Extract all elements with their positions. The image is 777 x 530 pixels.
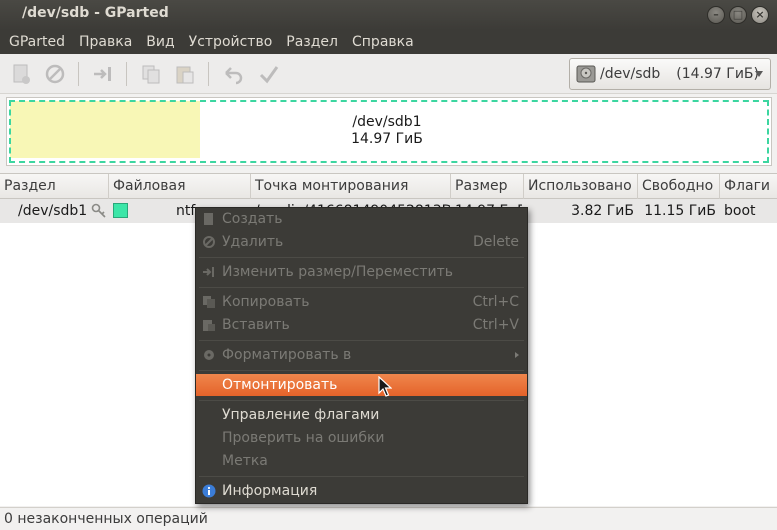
toolbar-separator xyxy=(78,62,79,86)
menu-item-label: Изменить размер/Переместить xyxy=(222,264,454,280)
paste-icon[interactable] xyxy=(174,63,196,85)
partition-graph-name: /dev/sdb1 xyxy=(352,114,422,130)
menu-bar: GParted Правка Вид Устройство Раздел Спр… xyxy=(0,30,777,54)
menu-separator xyxy=(199,340,524,341)
menu-item-format-to[interactable]: Форматировать в xyxy=(196,344,527,366)
menu-separator xyxy=(199,287,524,288)
column-header-free[interactable]: Свободно xyxy=(638,174,720,199)
pending-operations-status: 0 незаконченных операций xyxy=(4,511,208,527)
menu-partition[interactable]: Раздел xyxy=(279,30,345,54)
info-icon xyxy=(202,484,216,498)
new-partition-icon[interactable] xyxy=(10,63,32,85)
cell-partition: /dev/sdb1 xyxy=(18,203,88,219)
menu-item-shortcut: Delete xyxy=(473,234,519,250)
menu-item-information[interactable]: Информация xyxy=(196,480,527,502)
menu-item-create[interactable]: Создать xyxy=(196,208,527,230)
resize-move-icon[interactable] xyxy=(92,63,114,85)
copy-icon[interactable] xyxy=(140,63,162,85)
key-icon xyxy=(91,203,106,218)
menu-item-resize-move[interactable]: Изменить размер/Переместить xyxy=(196,261,527,283)
device-path: /dev/sdb xyxy=(600,66,661,82)
menu-item-delete[interactable]: Удалить Delete xyxy=(196,231,527,253)
chevron-down-icon xyxy=(755,71,763,77)
menu-item-unmount[interactable]: Отмонтировать xyxy=(196,374,527,396)
menu-item-label: Отмонтировать xyxy=(222,377,338,393)
copy-icon xyxy=(203,296,215,308)
column-header-size[interactable]: Размер xyxy=(451,174,524,199)
delete-icon xyxy=(203,236,215,248)
menu-item-label: Управление флагами xyxy=(222,407,380,423)
menu-gparted[interactable]: GParted xyxy=(0,30,72,54)
title-bar: /dev/sdb - GParted – □ × xyxy=(0,0,777,30)
menu-item-manage-flags[interactable]: Управление флагами xyxy=(196,404,527,426)
minimize-button[interactable]: – xyxy=(707,6,725,24)
delete-icon[interactable] xyxy=(44,63,66,85)
menu-item-shortcut: Ctrl+C xyxy=(472,294,519,310)
column-header-used[interactable]: Использовано xyxy=(524,174,638,199)
cell-used: 3.82 ГиБ xyxy=(571,203,634,219)
menu-item-label-partition[interactable]: Метка xyxy=(196,450,527,472)
menu-separator xyxy=(199,476,524,477)
toolbar: /dev/sdb (14.97 ГиБ) xyxy=(0,54,777,94)
apply-icon[interactable] xyxy=(258,63,280,85)
menu-item-paste[interactable]: Вставить Ctrl+V xyxy=(196,314,527,336)
menu-item-copy[interactable]: Копировать Ctrl+C xyxy=(196,291,527,313)
window-controls: – □ × xyxy=(707,6,769,24)
undo-icon[interactable] xyxy=(222,63,244,85)
submenu-arrow-icon xyxy=(515,352,519,358)
column-header-flags[interactable]: Флаги xyxy=(720,174,777,199)
menu-device[interactable]: Устройство xyxy=(182,30,280,54)
menu-item-label: Информация xyxy=(222,483,318,499)
status-bar: 0 незаконченных операций xyxy=(0,507,777,530)
menu-help[interactable]: Справка xyxy=(345,30,421,54)
device-selector[interactable]: /dev/sdb (14.97 ГиБ) xyxy=(569,58,771,90)
menu-separator xyxy=(199,370,524,371)
table-header: Раздел Файловая система Точка монтирован… xyxy=(0,174,777,218)
menu-item-check-errors[interactable]: Проверить на ошибки xyxy=(196,427,527,449)
window-title: /dev/sdb - GParted xyxy=(22,5,169,21)
column-header-mountpoint[interactable]: Точка монтирования xyxy=(251,174,451,199)
close-button[interactable]: × xyxy=(751,6,769,24)
column-header-filesystem[interactable]: Файловая система xyxy=(109,174,251,218)
menu-separator xyxy=(199,257,524,258)
toolbar-separator xyxy=(208,62,209,86)
toolbar-separator xyxy=(126,62,127,86)
device-size: (14.97 ГиБ) xyxy=(676,66,759,82)
partition-graph: /dev/sdb1 14.97 ГиБ xyxy=(6,97,772,166)
menu-separator xyxy=(199,400,524,401)
hard-disk-icon xyxy=(576,65,596,83)
cell-flags: boot xyxy=(724,203,756,219)
partition-graph-size: 14.97 ГиБ xyxy=(351,131,423,147)
menu-item-label: Вставить xyxy=(222,317,290,333)
cell-free: 11.15 ГиБ xyxy=(644,203,716,219)
resize-icon xyxy=(203,267,214,277)
new-icon xyxy=(204,213,213,225)
partition-graph-label: /dev/sdb1 14.97 ГиБ xyxy=(337,114,437,148)
format-icon xyxy=(204,350,214,360)
menu-item-label: Создать xyxy=(222,211,283,227)
menu-item-shortcut: Ctrl+V xyxy=(472,317,519,333)
mouse-cursor-icon xyxy=(378,376,392,397)
menu-item-label: Проверить на ошибки xyxy=(222,430,385,446)
menu-view[interactable]: Вид xyxy=(139,30,181,54)
paste-icon xyxy=(203,320,215,331)
filesystem-color-swatch xyxy=(113,203,128,218)
menu-item-label: Удалить xyxy=(222,234,284,250)
context-menu: Создать Удалить Delete Изменить размер/П… xyxy=(195,207,528,504)
menu-item-label: Копировать xyxy=(222,294,310,310)
column-header-partition[interactable]: Раздел xyxy=(0,174,109,199)
menu-item-label: Метка xyxy=(222,453,268,469)
menu-item-label: Форматировать в xyxy=(222,347,352,363)
menu-edit[interactable]: Правка xyxy=(72,30,139,54)
maximize-button[interactable]: □ xyxy=(729,6,747,24)
